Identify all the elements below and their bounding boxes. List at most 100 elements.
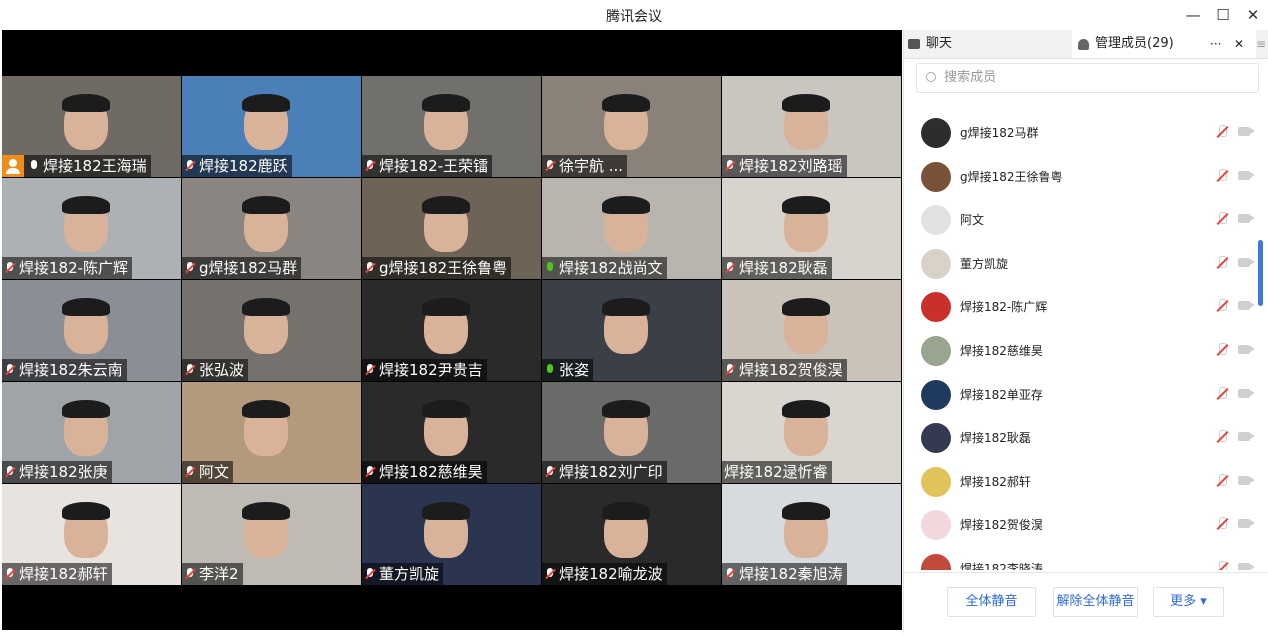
participant-hair [242,94,290,112]
participant-tile[interactable]: 焊接182喻龙波 [542,484,721,585]
participant-tile[interactable]: 焊接182秦旭涛 [722,484,901,585]
member-row[interactable]: 阿文 [904,202,1254,246]
participant-name-tag: 焊接182秦旭涛 [722,563,847,585]
participant-hair [242,298,290,316]
member-list-scrollbar[interactable] [1258,240,1263,306]
mic-muted-icon[interactable] [1215,211,1229,227]
camera-off-icon[interactable] [1238,301,1254,311]
minimize-button[interactable]: — [1182,4,1204,26]
participant-tile[interactable]: g焊接182马群 [182,178,361,279]
participant-tile[interactable]: 焊接182王海瑞 [2,76,181,177]
chat-icon [908,39,920,49]
mic-muted-icon[interactable] [1215,124,1229,140]
mic-muted-icon[interactable] [1215,298,1229,314]
mic-muted-icon [724,159,736,173]
camera-off-icon[interactable] [1238,257,1254,267]
mic-muted-icon [544,465,556,479]
member-row[interactable]: 焊接182李晓涛 [904,551,1254,570]
participant-name-tag: 焊接182慈维昊 [362,461,487,483]
participant-tile[interactable]: 焊接182朱云南 [2,280,181,381]
participant-tile[interactable]: 阿文 [182,382,361,483]
member-row[interactable]: 焊接182慈维昊 [904,333,1254,377]
close-panel-button[interactable]: ✕ [1234,30,1244,58]
mic-muted-icon [4,363,16,377]
member-row[interactable]: g焊接182马群 [904,115,1254,159]
camera-off-icon[interactable] [1238,563,1254,570]
participant-tile[interactable]: 焊接182张庚 [2,382,181,483]
mic-muted-icon[interactable] [1215,168,1229,184]
participant-tile[interactable]: 董方凯旋 [362,484,541,585]
participant-name: 张弘波 [199,361,245,379]
mute-all-button[interactable]: 全体静音 [947,587,1036,617]
participant-tile[interactable]: 张姿 [542,280,721,381]
more-options-button[interactable]: ··· [1210,30,1221,58]
mic-muted-icon[interactable] [1215,516,1229,532]
tab-chat[interactable]: 聊天 [904,30,1076,58]
participant-tile[interactable]: 焊接182尹贵吉 [362,280,541,381]
search-members-field[interactable]: 搜索成员 [916,63,1259,93]
unmute-all-button[interactable]: 解除全体静音 [1053,587,1138,617]
participant-tile[interactable]: 焊接182耿磊 [722,178,901,279]
participant-name-tag: 焊接182刘路瑶 [722,155,847,177]
member-row[interactable]: 焊接182耿磊 [904,420,1254,464]
mic-muted-icon[interactable] [1215,560,1229,570]
mic-muted-icon[interactable] [1215,342,1229,358]
mic-muted-icon[interactable] [1215,473,1229,489]
camera-off-icon[interactable] [1238,388,1254,398]
member-row[interactable]: 焊接182郝轩 [904,464,1254,508]
close-button[interactable]: ✕ [1242,4,1264,26]
member-row[interactable]: 焊接182单亚存 [904,377,1254,421]
maximize-button[interactable]: ☐ [1212,4,1234,26]
participant-name: 焊接182贺俊淏 [739,361,843,379]
participant-name-tag: 焊接182逯忻睿 [722,461,832,483]
participant-name-tag: 阿文 [182,461,234,483]
participant-tile[interactable]: 徐宇航 ... [542,76,721,177]
mic-muted-icon [184,465,196,479]
member-row[interactable]: 焊接182贺俊淏 [904,507,1254,551]
participant-name: 焊接182朱云南 [19,361,123,379]
member-name: 焊接182慈维昊 [960,344,1043,358]
camera-off-icon[interactable] [1238,432,1254,442]
participant-tile[interactable]: 焊接182-陈广辉 [2,178,181,279]
mic-muted-icon [184,261,196,275]
member-row[interactable]: g焊接182王徐鲁粤 [904,159,1254,203]
participant-tile[interactable]: 焊接182郝轩 [2,484,181,585]
participant-tile[interactable]: 李洋2 [182,484,361,585]
participant-tile[interactable]: 焊接182逯忻睿 [722,382,901,483]
mic-muted-icon[interactable] [1215,429,1229,445]
camera-off-icon[interactable] [1238,127,1254,136]
mic-muted-icon[interactable] [1215,255,1229,271]
participant-tile[interactable]: 张弘波 [182,280,361,381]
member-row[interactable]: 焊接182-陈广辉 [904,289,1254,333]
participant-hair [242,196,290,214]
participant-tile[interactable]: 焊接182鹿跃 [182,76,361,177]
member-name: 焊接182李晓涛 [960,562,1043,570]
camera-off-icon[interactable] [1238,214,1254,224]
panel-menu-icon[interactable]: ≡ [1256,30,1268,58]
participant-hair [602,94,650,112]
mic-muted-icon [364,567,376,581]
participant-name: 焊接182-陈广辉 [19,259,129,277]
participant-hair [62,298,110,316]
camera-off-icon[interactable] [1238,519,1254,529]
participant-tile[interactable]: 焊接182贺俊淏 [722,280,901,381]
participant-name-tag: 焊接182战尚文 [542,257,667,279]
member-row[interactable]: 董方凯旋 [904,246,1254,290]
more-button[interactable]: 更多 ▾ [1153,587,1224,617]
participant-tile[interactable]: 焊接182慈维昊 [362,382,541,483]
participant-tile[interactable]: 焊接182战尚文 [542,178,721,279]
participant-tile[interactable]: 焊接182刘路瑶 [722,76,901,177]
mic-muted-icon[interactable] [1215,386,1229,402]
tab-members[interactable]: 管理成员(29) ··· ✕ [1072,30,1256,58]
camera-off-icon[interactable] [1238,170,1254,180]
video-grid-area: 焊接182王海瑞 焊接182鹿跃 焊接182-王荣镭 徐宇航 ... 焊接182刘路瑶焊… [2,30,902,630]
mic-muted-icon [4,261,16,275]
participant-name: g焊接182马群 [199,259,298,277]
camera-off-icon[interactable] [1238,345,1254,354]
participant-tile[interactable]: g焊接182王徐鲁粤 [362,178,541,279]
participant-tile[interactable]: 焊接182-王荣镭 [362,76,541,177]
member-name: 焊接182-陈广辉 [960,300,1048,315]
participant-tile[interactable]: 焊接182刘广印 [542,382,721,483]
participant-name-tag: 徐宇航 ... [542,155,628,177]
camera-off-icon[interactable] [1238,475,1254,485]
